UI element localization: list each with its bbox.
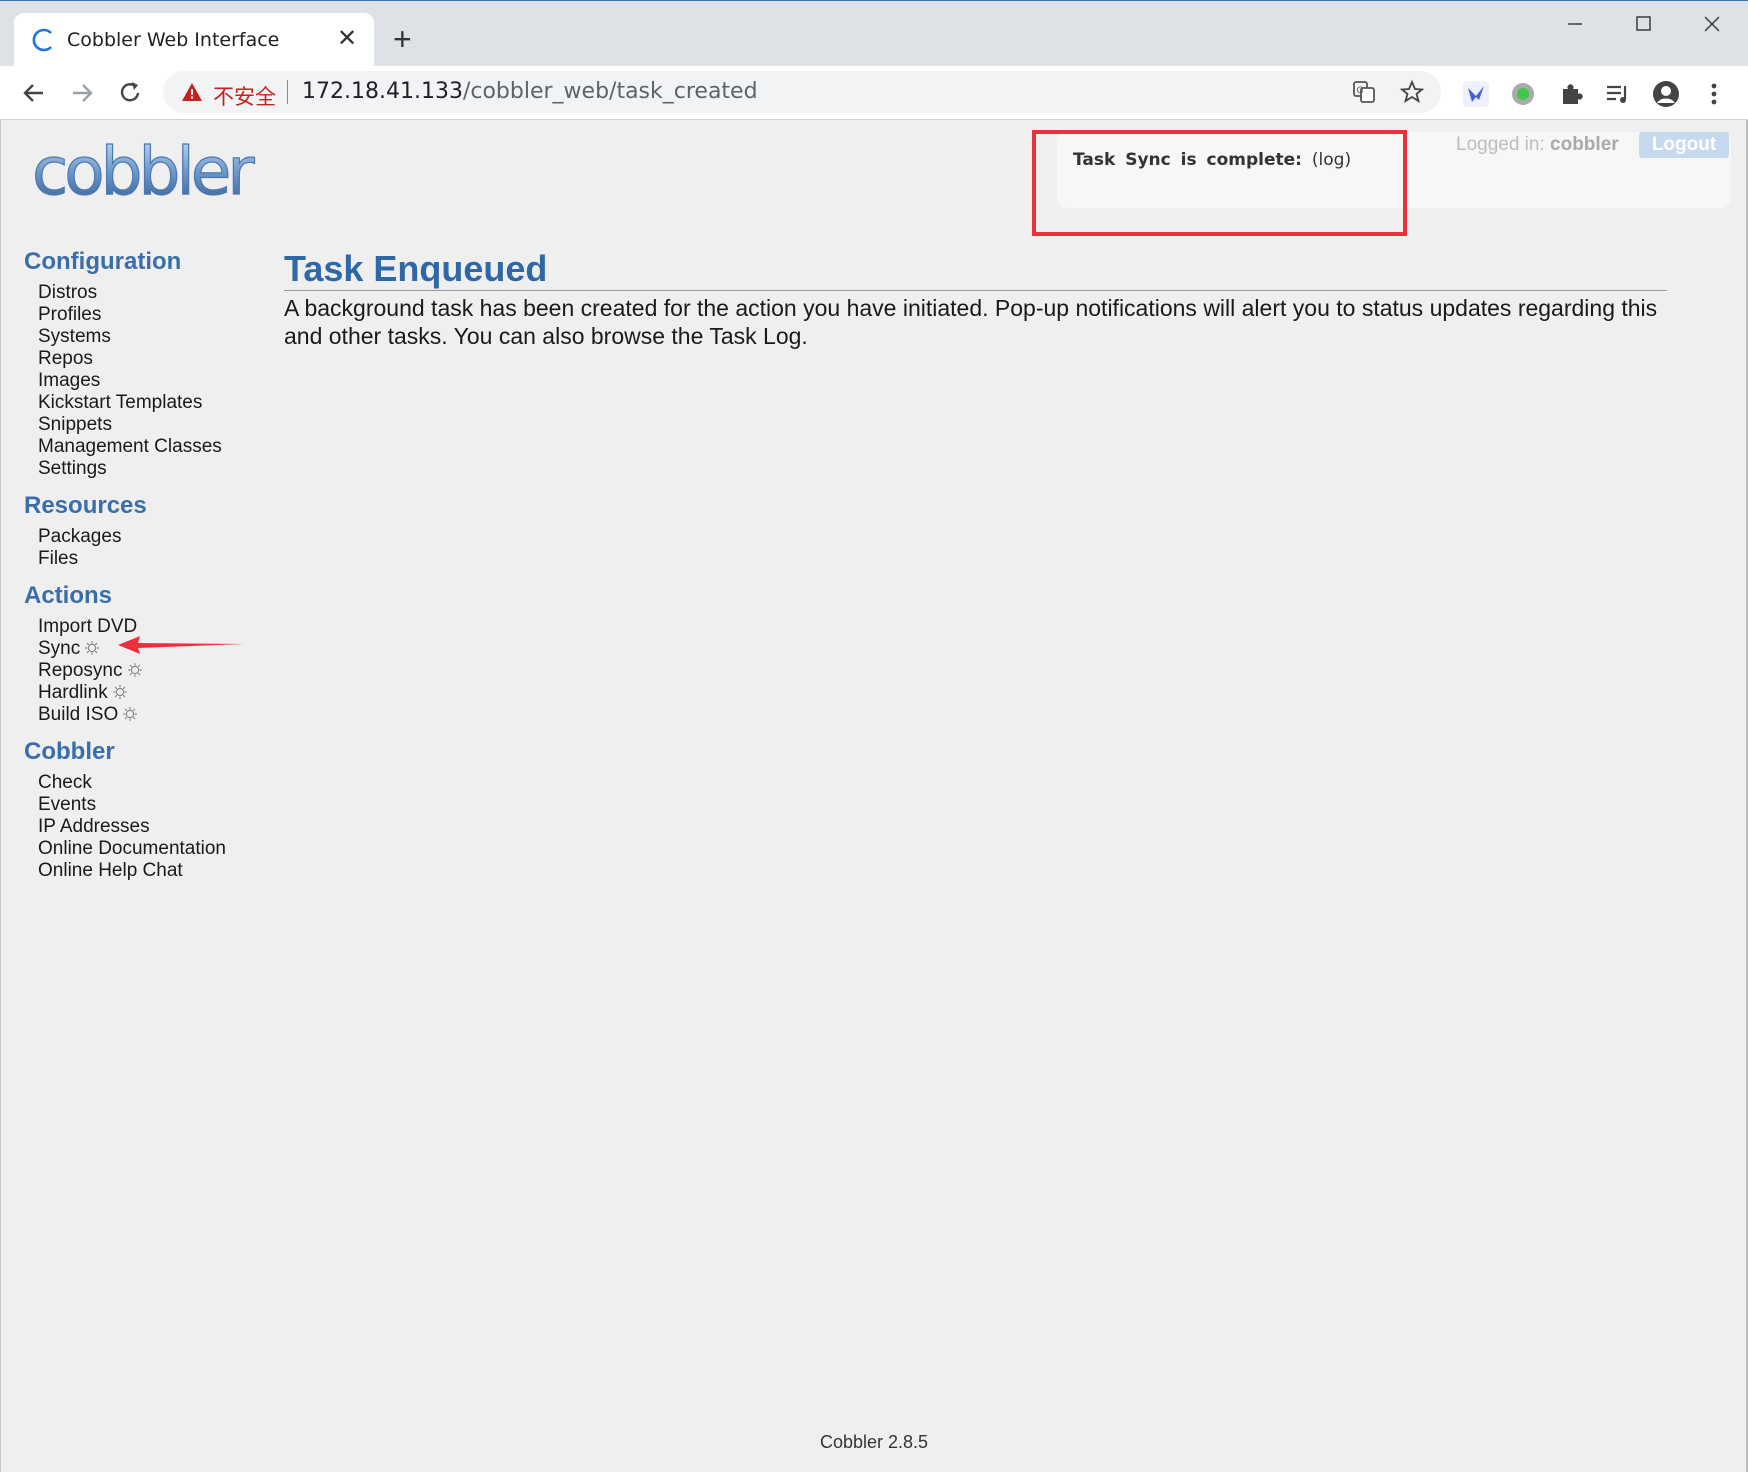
minimize-icon[interactable] — [1555, 9, 1595, 39]
media-control-icon[interactable] — [1604, 80, 1632, 108]
section-title-actions: Actions — [24, 582, 113, 609]
section-title-cobbler: Cobbler — [24, 738, 115, 765]
gear-icon[interactable] — [112, 684, 128, 700]
nav-item-repos[interactable]: Repos — [38, 348, 93, 370]
nav-item-hardlink-row: Hardlink — [38, 682, 128, 704]
new-tab-button[interactable]: + — [393, 21, 412, 57]
back-icon[interactable] — [17, 76, 51, 110]
nav-item-hardlink[interactable]: Hardlink — [38, 682, 108, 703]
browser-tab-strip: Cobbler Web Interface ✕ + — [0, 0, 1748, 67]
nav-item-build-iso-row: Build ISO — [38, 704, 138, 726]
url-host: 172.18.41.133 — [302, 79, 463, 104]
annotation-arrow — [118, 636, 244, 654]
annotation-highlight-box — [1032, 130, 1407, 236]
heading-divider — [284, 290, 1667, 291]
nav-item-snippets[interactable]: Snippets — [38, 414, 112, 436]
logged-in-label: Logged in: — [1456, 134, 1545, 155]
tab-title: Cobbler Web Interface — [67, 29, 280, 51]
task-description: A background task has been created for t… — [284, 295, 1658, 349]
forward-icon[interactable] — [65, 76, 99, 110]
nav-item-sync-row: Sync — [38, 638, 100, 660]
section-title-configuration: Configuration — [24, 248, 182, 275]
security-status[interactable]: 不安全 — [213, 81, 276, 111]
nav-item-distros[interactable]: Distros — [38, 282, 97, 304]
browser-toolbar: 不安全 172.18.41.133/cobbler_web/task_creat… — [0, 66, 1748, 120]
nav-item-check[interactable]: Check — [38, 772, 92, 794]
maximize-icon[interactable] — [1623, 9, 1663, 39]
footer-version: Cobbler 2.8.5 — [819, 1432, 929, 1452]
window-close-icon[interactable] — [1692, 9, 1732, 39]
nav-item-management-classes[interactable]: Management Classes — [38, 436, 222, 458]
extension-icon[interactable] — [1557, 80, 1585, 108]
nav-item-build-iso[interactable]: Build ISO — [38, 704, 118, 725]
url-text[interactable]: 172.18.41.133/cobbler_web/task_created — [302, 79, 758, 104]
menu-icon[interactable] — [1700, 80, 1728, 108]
gear-icon[interactable] — [84, 640, 100, 656]
nav-item-settings[interactable]: Settings — [38, 458, 107, 480]
logout-button[interactable]: Logout — [1639, 132, 1729, 158]
reload-icon[interactable] — [113, 76, 147, 110]
nav-item-online-help-chat[interactable]: Online Help Chat — [38, 860, 183, 882]
omnibox-divider — [287, 80, 288, 104]
green-dot-extension-icon[interactable] — [1509, 80, 1537, 108]
bird-extension-icon[interactable] — [1462, 80, 1490, 108]
gear-icon[interactable] — [127, 662, 143, 678]
nav-item-files[interactable]: Files — [38, 548, 78, 570]
cobbler-logo: cobbler cobbler — [31, 134, 260, 224]
svg-text:cobbler: cobbler — [32, 134, 255, 210]
star-icon[interactable] — [1399, 79, 1425, 105]
svg-text:G: G — [1357, 86, 1364, 96]
browser-tab[interactable]: Cobbler Web Interface ✕ — [14, 13, 374, 67]
nav-item-packages[interactable]: Packages — [38, 526, 121, 548]
loading-spinner-icon — [32, 28, 52, 52]
nav-item-profiles[interactable]: Profiles — [38, 304, 101, 326]
nav-item-reposync[interactable]: Reposync — [38, 660, 123, 681]
logged-in-status: Logged in: cobbler — [1456, 134, 1619, 156]
section-title-resources: Resources — [24, 492, 147, 519]
nav-item-kickstart-templates[interactable]: Kickstart Templates — [38, 392, 202, 414]
username: cobbler — [1550, 134, 1619, 155]
nav-item-systems[interactable]: Systems — [38, 326, 111, 348]
gear-icon[interactable] — [122, 706, 138, 722]
nav-item-events[interactable]: Events — [38, 794, 96, 816]
window-edge-left — [0, 120, 1, 1472]
url-path: /cobbler_web/task_created — [462, 79, 758, 104]
nav-item-sync[interactable]: Sync — [38, 638, 80, 659]
nav-item-ip-addresses[interactable]: IP Addresses — [38, 816, 150, 838]
profile-icon[interactable] — [1652, 80, 1680, 108]
translate-icon[interactable]: G — [1351, 79, 1377, 105]
page-title: Task Enqueued — [284, 248, 548, 289]
address-bar[interactable]: 不安全 172.18.41.133/cobbler_web/task_creat… — [163, 71, 1441, 113]
nav-item-images[interactable]: Images — [38, 370, 100, 392]
nav-item-reposync-row: Reposync — [38, 660, 143, 682]
svg-text:cobbler: cobbler — [32, 217, 255, 224]
tab-close-icon[interactable]: ✕ — [337, 25, 357, 53]
page-body: cobbler cobbler Task Sync is complete: (… — [0, 120, 1748, 1472]
nav-item-online-documentation[interactable]: Online Documentation — [38, 838, 226, 860]
warning-icon — [182, 83, 202, 101]
